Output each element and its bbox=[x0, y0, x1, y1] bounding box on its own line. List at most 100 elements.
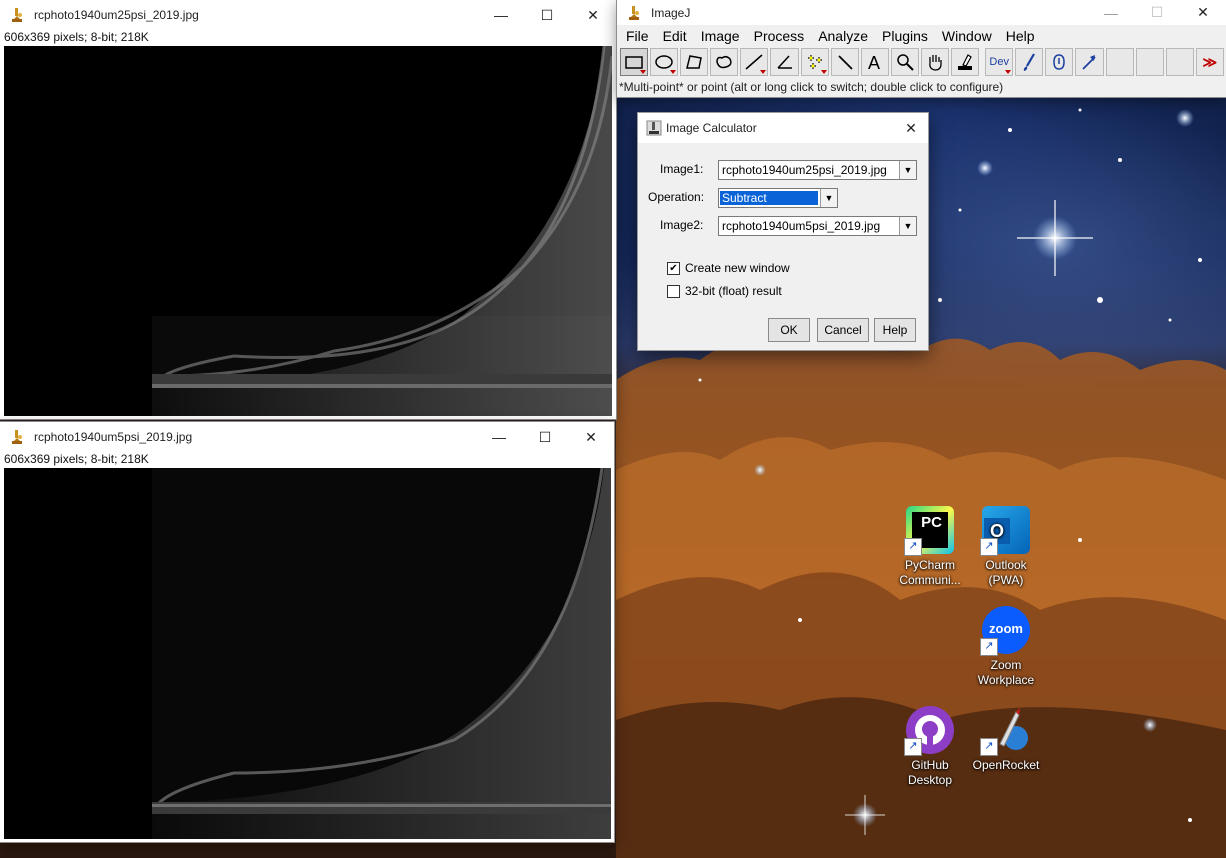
image-window-25psi[interactable]: rcphoto1940um25psi_2019.jpg — ☐ ✕ 606x36… bbox=[0, 0, 616, 419]
menu-plugins[interactable]: Plugins bbox=[875, 28, 935, 44]
close-icon[interactable]: ✕ bbox=[568, 422, 614, 452]
menu-analyze[interactable]: Analyze bbox=[811, 28, 875, 44]
shortcut-arrow-icon: ↗ bbox=[904, 538, 922, 556]
dev-menu-tool-icon[interactable]: Dev bbox=[985, 48, 1014, 76]
image1-label: Image1: bbox=[660, 162, 704, 176]
desktop-icon-outlook[interactable]: O ↗ Outlook (PWA) bbox=[966, 506, 1046, 588]
desktop-icon-label: GitHub bbox=[911, 758, 949, 772]
image2-select[interactable]: rcphoto1940um5psi_2019.jpg ▼ bbox=[718, 216, 917, 236]
github-icon: ↗ bbox=[904, 706, 954, 756]
maximize-icon[interactable]: ☐ bbox=[522, 422, 568, 452]
minimize-icon[interactable]: — bbox=[476, 422, 522, 452]
empty-tool-slot bbox=[1135, 48, 1164, 76]
image-window-5psi[interactable]: rcphoto1940um5psi_2019.jpg — ☐ ✕ 606x369… bbox=[0, 422, 614, 842]
image-window-titlebar[interactable]: rcphoto1940um25psi_2019.jpg — ☐ ✕ bbox=[0, 0, 616, 30]
arrow-tool-icon[interactable] bbox=[1075, 48, 1104, 76]
desktop-icon-label: (PWA) bbox=[988, 573, 1024, 587]
image-window-titlebar[interactable]: rcphoto1940um5psi_2019.jpg — ☐ ✕ bbox=[0, 422, 614, 452]
oval-tool-icon[interactable] bbox=[650, 48, 679, 76]
chevron-down-icon: ▼ bbox=[899, 161, 916, 179]
hand-tool-icon[interactable] bbox=[920, 48, 950, 76]
shortcut-arrow-icon: ↗ bbox=[904, 738, 922, 756]
menu-process[interactable]: Process bbox=[747, 28, 812, 44]
desktop-icon-openrocket[interactable]: ↗ OpenRocket bbox=[966, 706, 1046, 773]
chevron-down-icon: ▼ bbox=[820, 189, 837, 207]
empty-tool-slot bbox=[1165, 48, 1194, 76]
create-new-window-option[interactable]: ✔ Create new window bbox=[667, 261, 790, 275]
angle-tool-icon[interactable] bbox=[770, 48, 799, 76]
flood-fill-tool-icon[interactable] bbox=[1045, 48, 1074, 76]
operation-select[interactable]: Subtract ▼ bbox=[718, 188, 838, 208]
imagej-microscope-icon bbox=[10, 429, 24, 445]
shortcut-arrow-icon: ↗ bbox=[980, 738, 998, 756]
desktop-icon-label: Desktop bbox=[907, 773, 953, 787]
multipoint-tool-icon[interactable] bbox=[800, 48, 829, 76]
imagej-titlebar[interactable]: ImageJ — ☐ ✕ bbox=[617, 0, 1226, 25]
brush-tool-icon[interactable] bbox=[1015, 48, 1044, 76]
image1-select[interactable]: rcphoto1940um25psi_2019.jpg ▼ bbox=[718, 160, 917, 180]
dev-label: Dev bbox=[989, 56, 1009, 68]
image-content bbox=[152, 46, 612, 416]
desktop-icon-label: Zoom bbox=[990, 658, 1022, 672]
help-button[interactable]: Help bbox=[874, 318, 916, 342]
shortcut-arrow-icon: ↗ bbox=[980, 538, 998, 556]
close-icon[interactable]: ✕ bbox=[894, 113, 928, 143]
image2-label: Image2: bbox=[660, 218, 704, 232]
close-icon[interactable]: ✕ bbox=[1180, 0, 1226, 25]
zoom-icon: zoom ↗ bbox=[980, 606, 1030, 656]
ok-button[interactable]: OK bbox=[768, 318, 810, 342]
image-info: 606x369 pixels; 8-bit; 218K bbox=[4, 452, 149, 466]
window-title: rcphoto1940um25psi_2019.jpg bbox=[34, 8, 199, 22]
desktop-icon-zoom[interactable]: zoom ↗ Zoom Workplace bbox=[966, 606, 1046, 688]
svg-text:A: A bbox=[868, 53, 880, 72]
imagej-microscope-icon bbox=[10, 7, 24, 23]
openrocket-icon: ↗ bbox=[980, 706, 1030, 756]
magnifier-tool-icon[interactable] bbox=[890, 48, 919, 76]
desktop-icon-github[interactable]: ↗ GitHub Desktop bbox=[890, 706, 970, 788]
wand-tool-icon[interactable] bbox=[830, 48, 859, 76]
float-result-checkbox[interactable] bbox=[667, 284, 680, 298]
image-canvas[interactable] bbox=[4, 468, 611, 839]
freehand-tool-icon[interactable] bbox=[710, 48, 739, 76]
minimize-icon[interactable]: — bbox=[1088, 0, 1134, 25]
tool-bar: A Dev ≫ bbox=[617, 47, 1226, 77]
menu-help[interactable]: Help bbox=[999, 28, 1042, 44]
line-tool-icon[interactable] bbox=[740, 48, 769, 76]
outlook-icon: O ↗ bbox=[980, 506, 1030, 556]
float-result-option[interactable]: 32-bit (float) result bbox=[667, 284, 782, 298]
desktop-icon-label: PyCharm bbox=[904, 558, 955, 572]
operation-label: Operation: bbox=[648, 190, 705, 204]
image-calculator-dialog[interactable]: Image Calculator ✕ Image1: rcphoto1940um… bbox=[637, 112, 929, 351]
maximize-icon[interactable]: ☐ bbox=[524, 0, 570, 30]
desktop-icon-pycharm[interactable]: PC ↗ PyCharm Communi... bbox=[890, 506, 970, 588]
maximize-icon[interactable]: ☐ bbox=[1134, 0, 1180, 25]
rectangle-tool-icon[interactable] bbox=[620, 48, 649, 76]
more-tools-icon[interactable]: ≫ bbox=[1195, 48, 1224, 76]
close-icon[interactable]: ✕ bbox=[570, 0, 616, 30]
imagej-main-window[interactable]: ImageJ — ☐ ✕ File Edit Image Process Ana… bbox=[617, 0, 1226, 97]
window-title: ImageJ bbox=[651, 5, 691, 20]
image-info: 606x369 pixels; 8-bit; 218K bbox=[4, 30, 149, 44]
pycharm-icon: PC ↗ bbox=[904, 506, 954, 556]
desktop-icon-label: Workplace bbox=[977, 673, 1035, 687]
window-title: rcphoto1940um5psi_2019.jpg bbox=[34, 430, 193, 444]
menu-edit[interactable]: Edit bbox=[656, 28, 694, 44]
minimize-icon[interactable]: — bbox=[478, 0, 524, 30]
color-picker-tool-icon[interactable] bbox=[951, 48, 980, 76]
text-tool-icon[interactable]: A bbox=[860, 48, 889, 76]
create-new-window-checkbox[interactable]: ✔ bbox=[667, 261, 680, 275]
menu-window[interactable]: Window bbox=[935, 28, 999, 44]
menu-image[interactable]: Image bbox=[694, 28, 747, 44]
cancel-button[interactable]: Cancel bbox=[817, 318, 869, 342]
create-new-window-label: Create new window bbox=[685, 261, 790, 275]
menu-file[interactable]: File bbox=[619, 28, 656, 44]
dialog-titlebar[interactable]: Image Calculator ✕ bbox=[638, 113, 928, 143]
image-canvas[interactable] bbox=[4, 46, 612, 416]
polygon-tool-icon[interactable] bbox=[680, 48, 709, 76]
chevron-down-icon: ▼ bbox=[899, 217, 916, 235]
image1-value: rcphoto1940um25psi_2019.jpg bbox=[722, 163, 887, 177]
float-result-label: 32-bit (float) result bbox=[685, 284, 782, 298]
shortcut-arrow-icon: ↗ bbox=[980, 638, 998, 656]
desktop-icon-label: Communi... bbox=[899, 573, 961, 587]
double-chevron-icon: ≫ bbox=[1202, 53, 1218, 70]
